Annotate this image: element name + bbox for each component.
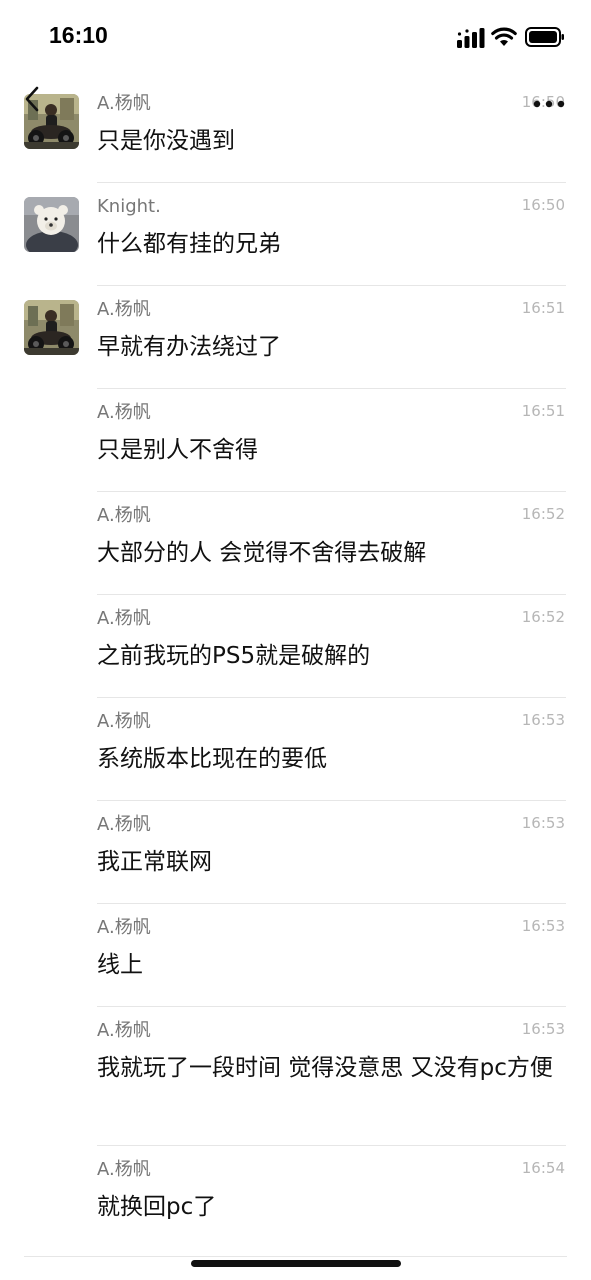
sender-name: A.杨帆 [97,814,151,835]
message-text: 大部分的人 会觉得不舍得去破解 [97,540,427,566]
message-time: 16:52 [521,505,565,523]
message-text: 系统版本比现在的要低 [97,746,327,772]
sender-name: A.杨帆 [97,402,151,423]
message-text: 我就玩了一段时间 觉得没意思 又没有pc方便 [97,1055,553,1081]
sender-name: A.杨帆 [97,93,151,114]
message-text: 只是别人不舍得 [97,437,258,463]
message-item[interactable]: A.杨帆 16:52 大部分的人 会觉得不舍得去破解 [0,492,591,595]
sender-name: A.杨帆 [97,1159,151,1180]
sender-name: A.杨帆 [97,505,151,526]
wifi-icon [491,27,517,46]
more-horizontal-icon[interactable] [532,96,566,112]
home-indicator[interactable] [191,1260,401,1267]
sender-name: A.杨帆 [97,1020,151,1041]
message-text: 线上 [97,952,143,978]
message-list[interactable]: A.杨帆 16:50 只是你没遇到 Knight. 16:50 什么都有挂的兄弟… [0,80,591,1251]
cellular-signal-icon [457,28,485,48]
avatar-rider[interactable] [24,300,79,355]
message-item[interactable]: A.杨帆 16:52 之前我玩的PS5就是破解的 [0,595,591,698]
message-item[interactable]: Knight. 16:50 什么都有挂的兄弟 [0,183,591,286]
message-text: 我正常联网 [97,849,212,875]
message-item[interactable]: A.杨帆 16:53 线上 [0,904,591,1007]
message-time: 16:54 [521,1159,565,1177]
sender-name: Knight. [97,196,161,217]
message-item[interactable]: A.杨帆 16:53 系统版本比现在的要低 [0,698,591,801]
sender-name: A.杨帆 [97,917,151,938]
message-item[interactable]: A.杨帆 16:53 我就玩了一段时间 觉得没意思 又没有pc方便 [0,1007,591,1146]
message-time: 16:53 [521,1020,565,1038]
sender-name: A.杨帆 [97,608,151,629]
avatar-bear[interactable] [24,197,79,252]
chat-history-screen: 16:10 A.杨帆 16:50 只是你没遇到 Knight. 16:50 什么… [0,0,591,1280]
message-time: 16:52 [521,608,565,626]
message-text: 就换回pc了 [97,1194,217,1220]
message-time: 16:51 [521,299,565,317]
message-item[interactable]: A.杨帆 16:53 我正常联网 [0,801,591,904]
status-bar: 16:10 [0,0,591,76]
message-time: 16:50 [521,196,565,214]
message-text: 之前我玩的PS5就是破解的 [97,643,371,669]
message-text: 只是你没遇到 [97,128,235,154]
divider [24,1256,567,1257]
chevron-left-icon[interactable] [22,86,44,112]
battery-icon [525,27,564,47]
message-item[interactable]: A.杨帆 16:54 就换回pc了 [0,1146,591,1251]
message-item[interactable]: A.杨帆 16:51 早就有办法绕过了 [0,286,591,389]
message-item[interactable]: A.杨帆 16:51 只是别人不舍得 [0,389,591,492]
message-item[interactable]: A.杨帆 16:50 只是你没遇到 [0,80,591,183]
message-time: 16:53 [521,814,565,832]
message-time: 16:53 [521,917,565,935]
message-time: 16:53 [521,711,565,729]
sender-name: A.杨帆 [97,711,151,732]
message-text: 早就有办法绕过了 [97,334,281,360]
sender-name: A.杨帆 [97,299,151,320]
status-time: 16:10 [49,22,108,48]
message-text: 什么都有挂的兄弟 [97,231,281,257]
message-time: 16:51 [521,402,565,420]
